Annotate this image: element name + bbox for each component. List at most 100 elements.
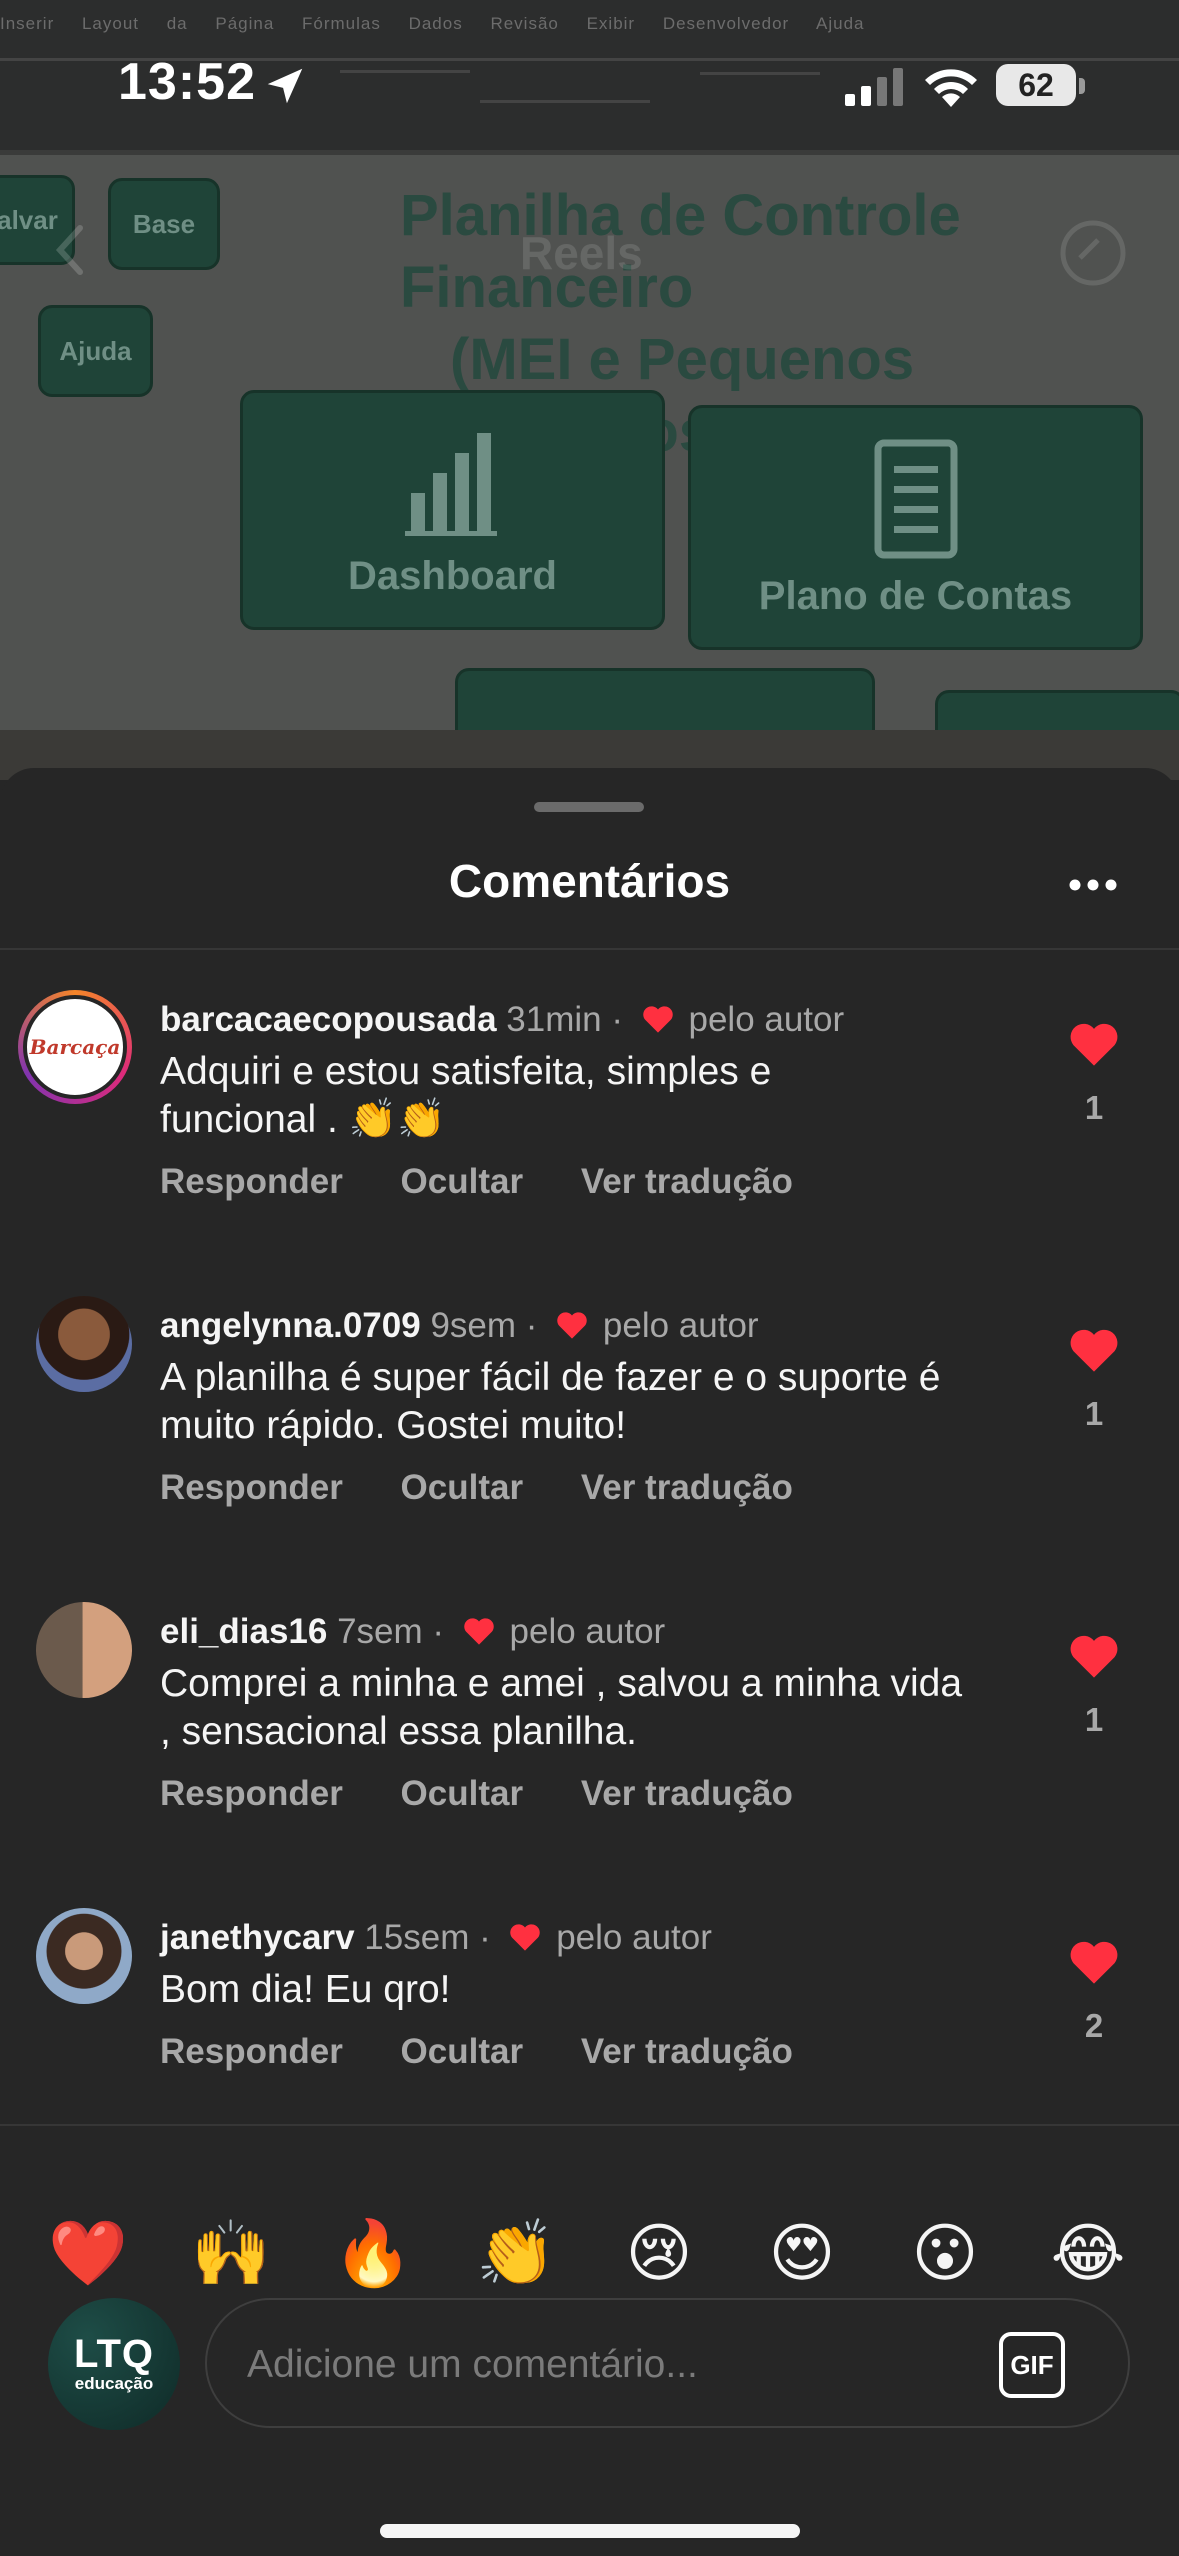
avatar-brand-subtext: educação [74,2374,154,2393]
heart-icon[interactable] [1068,1020,1120,1068]
hide-button[interactable]: Ocultar [401,2032,524,2071]
like-count: 2 [1084,2007,1104,2044]
author-like-icon [510,1924,541,1951]
heart-icon[interactable] [1068,1632,1120,1680]
avatar-brand-text: LTQ [73,2332,154,2376]
comment-header: angelynna.0709 9sem · pelo autor [160,1304,1020,1348]
emoji-heart-button[interactable]: ❤️ [43,2208,133,2298]
author-like-icon [557,1312,587,1339]
like-column: 1 [1062,1020,1126,1127]
comment-header: eli_dias16 7sem · pelo autor [160,1610,1020,1654]
avatar[interactable] [36,1296,132,1392]
like-count: 1 [1084,1701,1104,1738]
emoji-clap-button[interactable]: 👏 [471,2208,561,2298]
liked-by-author: pelo autor [688,1000,845,1039]
liked-by-author: pelo autor [602,1306,759,1345]
comment-header: janethycarv 15sem · pelo autor [160,1916,1020,1960]
comment-time: 31min [506,1000,602,1039]
signal-icon [845,68,903,106]
meta-separator: · [432,1612,445,1651]
hide-button[interactable]: Ocultar [401,1468,524,1507]
panel-title: Comentários [448,855,731,907]
comment-username[interactable]: janethycarv [160,1918,355,1957]
reply-button[interactable]: Responder [160,1468,343,1507]
translate-button[interactable]: Ver tradução [581,2032,793,2071]
comment-body: angelynna.0709 9sem · pelo autor A plani… [160,1304,1020,1508]
comment-actions: Responder Ocultar Ver tradução [160,1774,1020,1814]
plano-label: Plano de Contas [758,574,1073,618]
comment-username[interactable]: eli_dias16 [160,1612,327,1651]
reply-button[interactable]: Responder [160,2032,343,2071]
sheet-dashboard-button: Dashboard [240,390,665,630]
like-count: 1 [1084,1395,1104,1432]
battery-tip [1079,78,1085,94]
back-icon[interactable] [50,220,90,280]
bar-chart-icon [404,433,497,536]
location-arrow-icon [267,68,303,104]
comment-actions: Responder Ocultar Ver tradução [160,1162,1020,1202]
comments-panel: Comentários Barcaça barcacaecopousada 31… [0,768,1179,2556]
liked-by-author: pelo autor [556,1918,712,1957]
sheet-ajuda-button: Ajuda [38,305,153,397]
avatar[interactable]: Barcaça [18,990,132,1104]
liked-by-author: pelo autor [509,1612,666,1651]
comment-body: janethycarv 15sem · pelo autor Bom dia! … [160,1916,1020,2072]
emoji-heart-eyes-button[interactable]: 😍 [757,2208,847,2298]
drag-handle[interactable] [534,802,644,812]
heart-icon[interactable] [1068,1938,1120,1986]
sheet-base-button: Base [108,178,220,270]
status-bar: 13:52 62 [0,0,1179,150]
translate-button[interactable]: Ver tradução [581,1468,793,1507]
author-like-icon [643,1006,673,1033]
reply-button[interactable]: Responder [160,1162,343,1201]
status-time: 13:52 [118,53,256,111]
gif-button[interactable]: GIF [999,2332,1065,2398]
sheet-plano-button: Plano de Contas [688,405,1143,650]
comment-username[interactable]: angelynna.0709 [160,1306,421,1345]
comment-time: 15sem [364,1918,470,1957]
meta-separator: · [479,1918,491,1957]
comment-text: A planilha é super fácil de fazer e o su… [160,1356,941,1447]
meta-separator: · [611,1000,624,1039]
header-divider [0,948,1179,950]
like-column: 2 [1062,1938,1126,2045]
home-indicator[interactable] [380,2524,800,2538]
avatar-image: Barcaça [23,995,127,1099]
translate-button[interactable]: Ver tradução [581,1774,793,1813]
comment-composer[interactable]: GIF [205,2298,1130,2428]
emoji-crying-button[interactable]: 😢 [614,2208,704,2298]
meta-separator: · [525,1306,538,1345]
hide-button[interactable]: Ocultar [401,1162,524,1201]
comment-text: Bom dia! Eu qro! [160,1968,451,2011]
emoji-reaction-bar: ❤️ 🙌 🔥 👏 😢 😍 😮 😂 [0,2208,1179,2298]
comment-text: Adquiri e estou satisfeita, simples e fu… [160,1050,772,1141]
translate-button[interactable]: Ver tradução [581,1162,793,1201]
comment-body: barcacaecopousada 31min · pelo autor Adq… [160,998,1020,1202]
reels-title: Reels [520,227,643,279]
camera-icon[interactable] [1058,218,1128,288]
comment-input[interactable] [247,2330,947,2400]
comment-text: Comprei a minha e amei , salvou a minha … [160,1662,963,1753]
avatar[interactable] [36,1602,132,1698]
like-count: 1 [1084,1089,1104,1126]
emoji-divider [0,2124,1179,2126]
comment-actions: Responder Ocultar Ver tradução [160,2032,1020,2072]
comment-body: eli_dias16 7sem · pelo autor Comprei a m… [160,1610,1020,1814]
emoji-raised-hands-button[interactable]: 🙌 [186,2208,276,2298]
emoji-laughing-button[interactable]: 😂 [1043,2208,1133,2298]
comment-header: barcacaecopousada 31min · pelo autor [160,998,1020,1042]
my-avatar: LTQ educação [48,2298,180,2430]
reply-button[interactable]: Responder [160,1774,343,1813]
wifi-icon [925,69,977,107]
dashboard-label: Dashboard [348,554,557,598]
hide-button[interactable]: Ocultar [401,1774,524,1813]
avatar[interactable] [36,1908,132,2004]
heart-icon[interactable] [1068,1326,1120,1374]
emoji-surprised-button[interactable]: 😮 [900,2208,990,2298]
more-options-icon[interactable] [1068,878,1118,892]
comment-username[interactable]: barcacaecopousada [160,1000,497,1039]
document-icon [874,439,957,559]
like-column: 1 [1062,1632,1126,1739]
comment-time: 9sem [430,1306,517,1345]
emoji-fire-button[interactable]: 🔥 [328,2208,418,2298]
